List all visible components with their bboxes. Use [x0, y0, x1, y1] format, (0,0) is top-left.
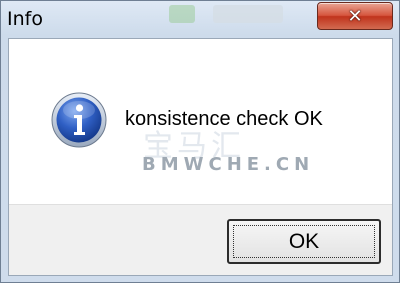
info-dialog: Info ✕ 宝马汇 BMWCHE.CN konsistence check O… [0, 0, 400, 283]
close-icon: ✕ [347, 5, 363, 27]
close-button[interactable]: ✕ [317, 2, 393, 30]
focus-rectangle [233, 225, 375, 258]
background-blur [169, 5, 195, 23]
window-title: Info [7, 8, 43, 30]
message-area: 宝马汇 BMWCHE.CN konsistence check OK [9, 39, 392, 206]
ok-button[interactable]: OK [227, 219, 381, 264]
background-blur [213, 5, 283, 23]
title-bar[interactable]: Info ✕ [1, 1, 399, 39]
message-text: konsistence check OK [125, 108, 323, 130]
watermark-text: BMWCHE.CN [142, 154, 315, 175]
info-icon [51, 92, 107, 148]
dialog-client-area: 宝马汇 BMWCHE.CN konsistence check OK OK [8, 38, 393, 276]
